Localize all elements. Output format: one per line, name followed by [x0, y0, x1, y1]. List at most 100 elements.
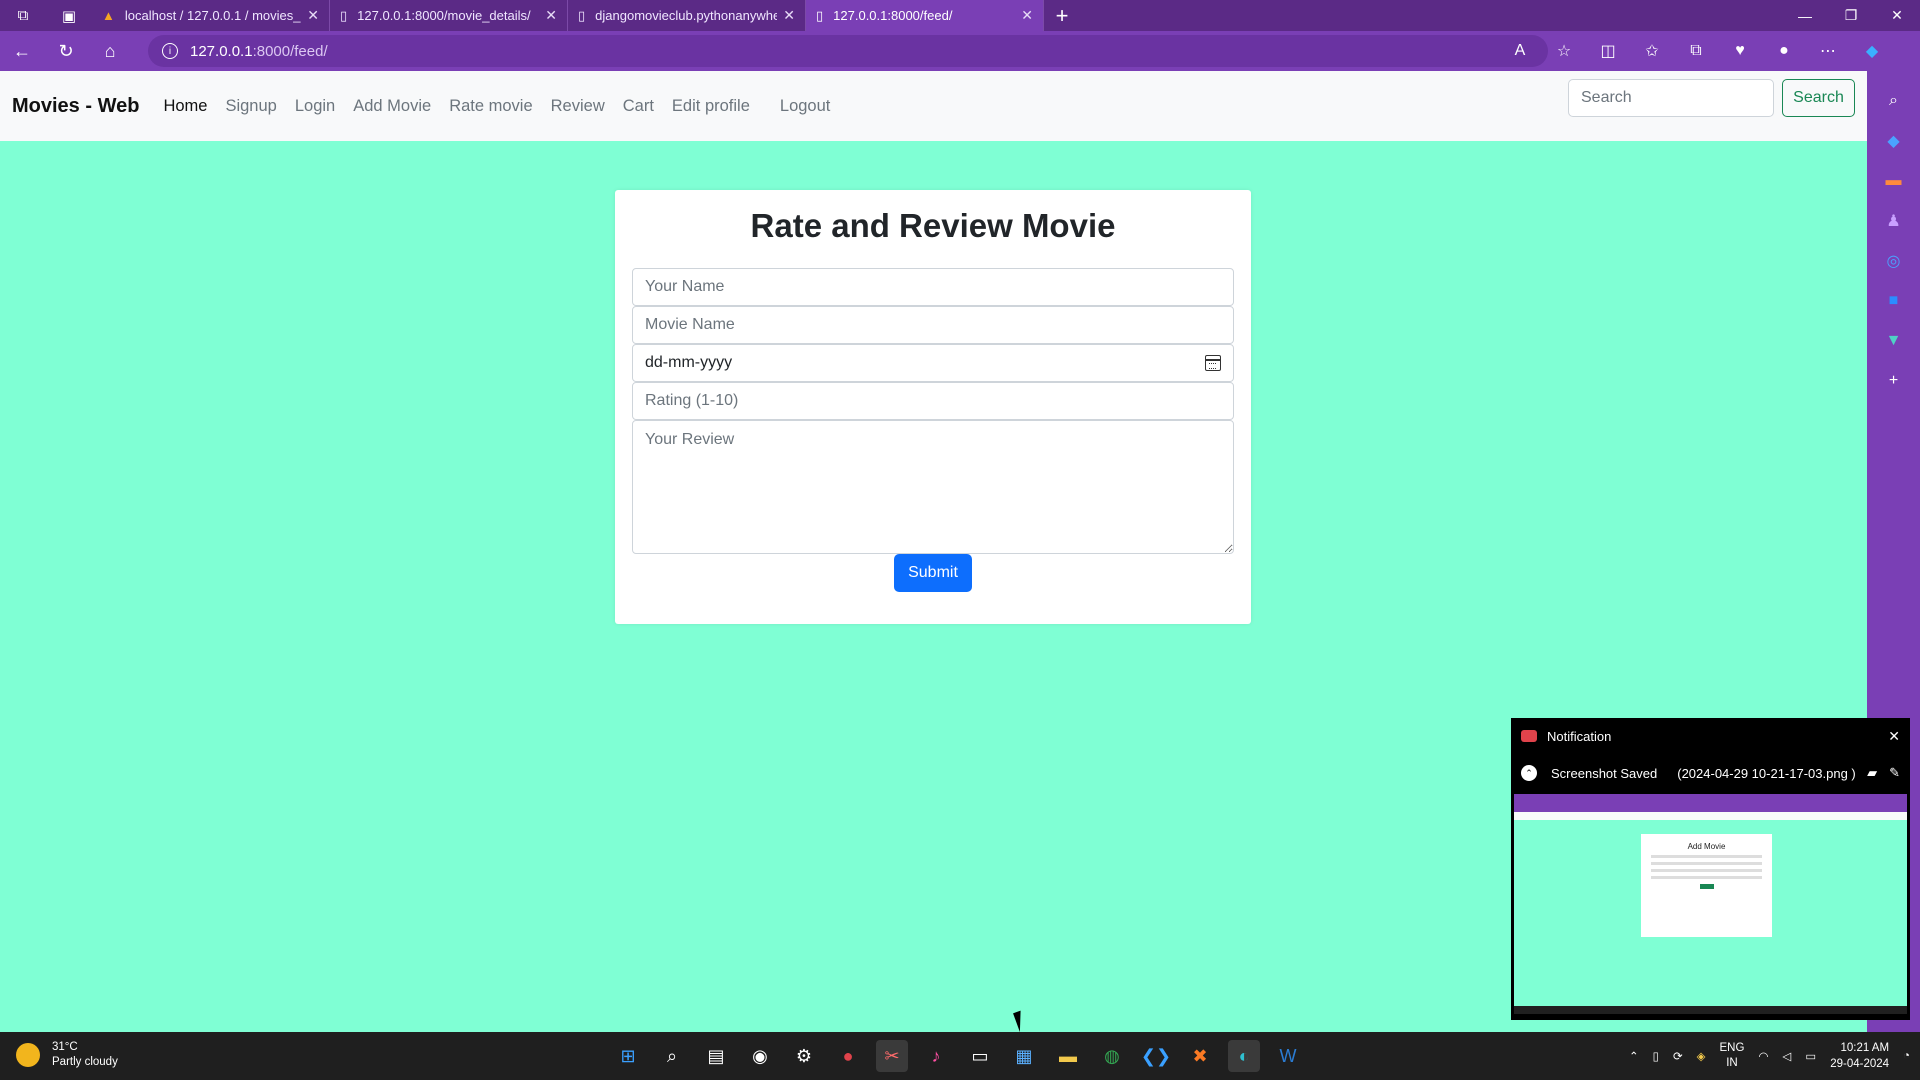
window-controls: — ❐ ✕ — [1782, 0, 1920, 31]
file-explorer-icon[interactable]: ▬ — [1052, 1040, 1084, 1072]
search-icon[interactable]: ⌕ — [656, 1040, 688, 1072]
home-icon[interactable]: ⌂ — [88, 31, 132, 71]
review-textarea[interactable] — [632, 420, 1234, 554]
copilot-icon[interactable]: ◆ — [1850, 41, 1894, 61]
nav-review[interactable]: Review — [551, 97, 605, 116]
rating-field[interactable] — [632, 382, 1234, 420]
windows-start-icon[interactable]: ⊞ — [612, 1040, 644, 1072]
site-info-icon[interactable]: i — [162, 43, 178, 59]
snipping-tool-icon[interactable]: ✂ — [876, 1040, 908, 1072]
nav-edit-profile[interactable]: Edit profile — [672, 97, 750, 116]
search-input[interactable] — [1568, 79, 1774, 117]
favorite-star-icon[interactable]: ☆ — [1542, 41, 1586, 61]
terminal-icon[interactable]: ▭ — [964, 1040, 996, 1072]
nav-rate-movie[interactable]: Rate movie — [449, 97, 532, 116]
word-icon[interactable]: W — [1272, 1040, 1304, 1072]
microsoft-365-icon[interactable]: ◎ — [1876, 241, 1912, 281]
review-form-card: Rate and Review Movie dd-mm-yyyy Submit — [615, 190, 1251, 624]
task-view-icon[interactable]: ▤ — [700, 1040, 732, 1072]
sync-icon[interactable]: ⟳ — [1673, 1049, 1683, 1063]
thumbnail-navbar — [1514, 812, 1907, 820]
games-icon[interactable]: ♟ — [1876, 201, 1912, 241]
tab-actions-icon[interactable]: ▣ — [46, 0, 92, 31]
nav-home[interactable]: Home — [163, 97, 207, 116]
music-icon[interactable]: ♪ — [920, 1040, 952, 1072]
language-code: ENG — [1719, 1042, 1745, 1054]
favorites-icon[interactable]: ✩ — [1630, 41, 1674, 61]
browser-tab[interactable]: ▯ djangomovieclub.pythonanywhe ✕ — [568, 0, 806, 31]
screen-recorder-icon[interactable]: ● — [832, 1040, 864, 1072]
thumbnail-line — [1651, 876, 1762, 879]
refresh-icon[interactable]: ↻ — [44, 31, 88, 71]
chevron-up-icon[interactable]: ⌃ — [1521, 765, 1537, 781]
shopping-tag-icon[interactable]: ◆ — [1876, 121, 1912, 161]
system-tray: ⌃ ▯ ⟳ ◈ ENG IN ◠ ◁ ▭ 10:21 AM 29-04-2024… — [1629, 1032, 1910, 1080]
browser-tab-active[interactable]: ▯ 127.0.0.1:8000/feed/ ✕ — [806, 0, 1044, 31]
add-icon[interactable]: + — [1876, 361, 1912, 401]
notification-bell-icon[interactable]: ◔ — [1903, 1050, 1910, 1062]
language-indicator[interactable]: ENG IN — [1720, 1041, 1745, 1071]
minimize-icon[interactable]: — — [1782, 0, 1828, 31]
notification-header: Notification ✕ — [1511, 718, 1910, 754]
close-tab-icon[interactable]: ✕ — [307, 7, 319, 24]
name-field[interactable] — [632, 268, 1234, 306]
nav-cart[interactable]: Cart — [623, 97, 654, 116]
page-icon: ▯ — [578, 7, 586, 23]
vscode-icon[interactable]: ❮❯ — [1140, 1040, 1172, 1072]
folder-icon[interactable]: ▰ — [1867, 765, 1877, 781]
extensions-icon[interactable]: ♥ — [1718, 42, 1762, 60]
camera-icon[interactable]: ◉ — [744, 1040, 776, 1072]
close-tab-icon[interactable]: ✕ — [783, 7, 795, 24]
thumbnail-line — [1651, 855, 1762, 858]
wifi-icon[interactable]: ◠ — [1758, 1049, 1768, 1063]
close-tab-icon[interactable]: ✕ — [545, 7, 557, 24]
nav-signup[interactable]: Signup — [225, 97, 276, 116]
nav-logout[interactable]: Logout — [780, 97, 830, 116]
photos-icon[interactable]: ▦ — [1008, 1040, 1040, 1072]
split-screen-icon[interactable]: ◫ — [1586, 41, 1630, 61]
read-aloud-icon[interactable]: A — [1498, 42, 1542, 60]
profile-avatar-icon[interactable]: ● — [1762, 42, 1806, 60]
date-field[interactable]: dd-mm-yyyy — [632, 344, 1234, 382]
movie-name-field[interactable] — [632, 306, 1234, 344]
nav-add-movie[interactable]: Add Movie — [353, 97, 431, 116]
settings-gear-icon[interactable]: ⚙ — [788, 1040, 820, 1072]
workspaces-icon[interactable]: ⧉ — [0, 0, 46, 31]
calendar-icon[interactable] — [1205, 355, 1221, 371]
volume-icon[interactable]: ◁ — [1782, 1049, 1791, 1063]
close-icon[interactable]: ✕ — [1888, 728, 1900, 745]
new-tab-button[interactable]: + — [1044, 3, 1080, 29]
more-menu-icon[interactable]: ⋯ — [1806, 41, 1850, 61]
browser-tab[interactable]: ▲ localhost / 127.0.0.1 / movies_db ✕ — [92, 0, 330, 31]
edge-icon[interactable]: ◐ — [1228, 1040, 1260, 1072]
search-icon[interactable]: ⌕ — [1876, 81, 1912, 121]
battery-icon[interactable]: ▭ — [1805, 1049, 1816, 1063]
tab-title: 127.0.0.1:8000/feed/ — [833, 8, 953, 23]
url-field[interactable]: i 127.0.0.1:8000/feed/ — [148, 35, 1548, 67]
xampp-icon[interactable]: ✖ — [1184, 1040, 1216, 1072]
collections-icon[interactable]: ⧉ — [1674, 42, 1718, 60]
drop-icon[interactable]: ▼ — [1876, 321, 1912, 361]
clock[interactable]: 10:21 AM 29-04-2024 — [1830, 1040, 1889, 1072]
shield-icon[interactable]: ◈ — [1697, 1049, 1706, 1063]
edit-pencil-icon[interactable]: ✎ — [1889, 765, 1900, 781]
outlook-icon[interactable]: ■ — [1876, 281, 1912, 321]
thumbnail-card: Add Movie — [1641, 834, 1772, 937]
screenshot-thumbnail[interactable]: Add Movie — [1514, 794, 1907, 1014]
thumbnail-line — [1651, 862, 1762, 865]
chrome-icon[interactable]: ◍ — [1096, 1040, 1128, 1072]
close-tab-icon[interactable]: ✕ — [1021, 7, 1033, 24]
submit-button[interactable]: Submit — [894, 554, 972, 592]
restore-icon[interactable]: ❐ — [1828, 0, 1874, 31]
search-button[interactable]: Search — [1782, 79, 1855, 117]
close-window-icon[interactable]: ✕ — [1874, 0, 1920, 31]
browser-tab[interactable]: ▯ 127.0.0.1:8000/movie_details/ ✕ — [330, 0, 568, 31]
device-icon[interactable]: ▯ — [1653, 1049, 1659, 1063]
back-icon[interactable]: ← — [0, 31, 44, 71]
nav-login[interactable]: Login — [295, 97, 335, 116]
page-icon: ▯ — [816, 7, 824, 23]
tools-icon[interactable]: ▬ — [1876, 161, 1912, 201]
chevron-up-icon[interactable]: ⌃ — [1629, 1049, 1639, 1063]
brand-logo[interactable]: Movies - Web — [12, 95, 139, 118]
weather-widget[interactable]: 31°C Partly cloudy — [16, 1040, 118, 1070]
